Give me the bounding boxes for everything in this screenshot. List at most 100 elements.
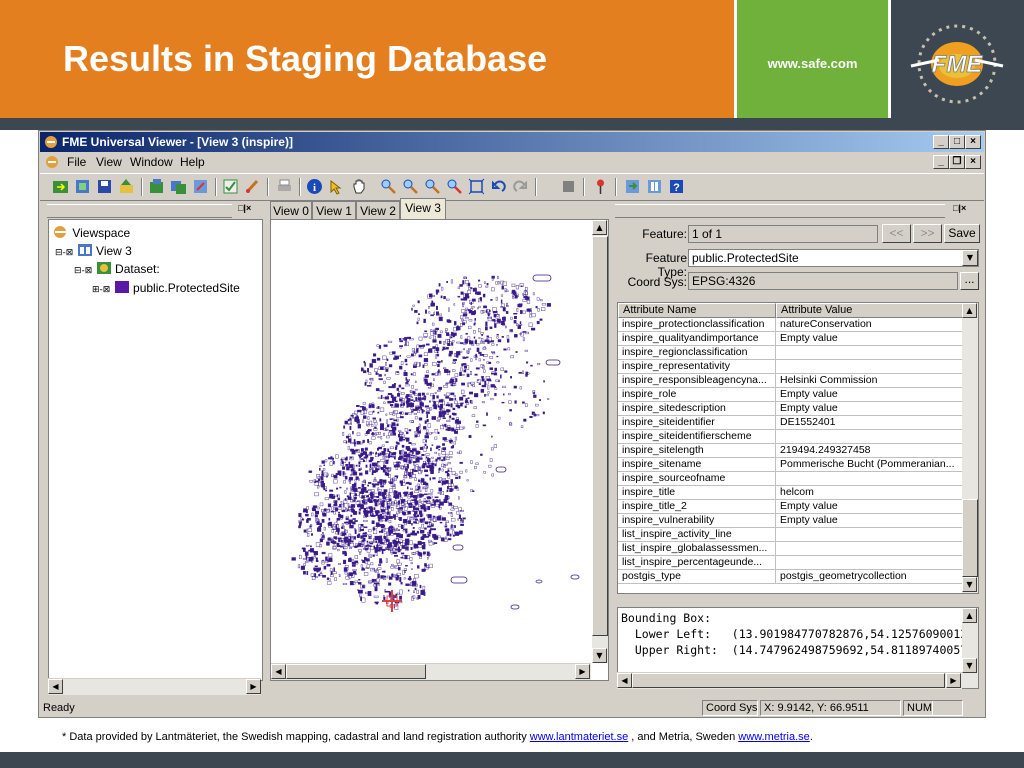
chevron-down-icon[interactable]: ▼ (962, 250, 978, 266)
map-view[interactable]: ▲ ▼ ◀ ▶ (270, 219, 609, 681)
export-icon[interactable] (118, 178, 135, 195)
table-row[interactable]: inspire_vulnerability Empty value (618, 514, 964, 528)
layers-icon[interactable] (148, 178, 165, 195)
mdi-close-button[interactable]: × (965, 155, 981, 169)
map-vertical-scrollbar[interactable]: ▲ ▼ (592, 220, 608, 663)
tree-panel-float-button[interactable]: □|× (238, 203, 251, 213)
next-feature-button[interactable]: >> (913, 224, 942, 243)
stop-icon[interactable] (560, 178, 577, 195)
table-row[interactable]: inspire_sitedescription Empty value (618, 402, 964, 416)
map-horizontal-scrollbar[interactable]: ◀ ▶ (271, 663, 591, 680)
scroll-down-button[interactable]: ▼ (962, 658, 977, 673)
scroll-thumb[interactable] (632, 673, 945, 688)
tab-view3[interactable]: View 3 (400, 198, 446, 220)
map-canvas[interactable] (271, 220, 591, 663)
table-row[interactable]: inspire_sitename Pommerische Bucht (Pomme… (618, 458, 964, 472)
table-row[interactable]: postgis_type postgis_geometrycollection (618, 570, 964, 584)
zoom-in-icon[interactable] (380, 178, 397, 195)
tab-view1[interactable]: View 1 (312, 201, 356, 219)
scroll-left-button[interactable]: ◀ (617, 673, 632, 688)
table-row[interactable]: list_inspire_activity_line (618, 528, 964, 542)
tab-view2[interactable]: View 2 (356, 201, 400, 219)
table-row[interactable]: inspire_protectionclassification natureCo… (618, 318, 964, 332)
tab-view0[interactable]: View 0 (270, 201, 312, 219)
info-icon[interactable]: i (306, 178, 323, 195)
mdi-app-icon[interactable] (44, 154, 60, 170)
scroll-left-button[interactable]: ◀ (48, 679, 63, 694)
pan-icon[interactable] (350, 178, 367, 195)
column-header-value[interactable]: Attribute Value (776, 303, 964, 318)
zoom-out-icon[interactable] (402, 178, 419, 195)
select-icon[interactable] (328, 178, 345, 195)
menu-help[interactable]: Help (180, 155, 205, 169)
collapse-icon[interactable]: ⊟-⊠ (55, 248, 73, 258)
table-row[interactable]: inspire_qualityandimportance Empty value (618, 332, 964, 346)
scroll-down-button[interactable]: ▼ (592, 648, 607, 663)
views-icon[interactable] (170, 178, 187, 195)
undo-icon[interactable] (490, 178, 507, 195)
table-row[interactable]: inspire_representativity (618, 360, 964, 374)
column-header-name[interactable]: Attribute Name (618, 303, 776, 318)
lantmateriet-link[interactable]: www.lantmateriet.se (530, 731, 628, 743)
scroll-thumb[interactable] (286, 664, 426, 679)
scroll-right-button[interactable]: ▶ (575, 664, 590, 679)
tree-item-feature-type[interactable]: ⊞-⊠ public.ProtectedSite (92, 280, 240, 295)
tree-item-viewspace[interactable]: Viewspace (53, 225, 130, 240)
scroll-right-button[interactable]: ▶ (246, 679, 261, 694)
table-row[interactable]: list_inspire_globalassessmen... (618, 542, 964, 556)
print-icon[interactable] (276, 178, 293, 195)
scroll-left-button[interactable]: ◀ (271, 664, 286, 679)
bbox-vertical-scrollbar[interactable]: ▲ ▼ (962, 608, 978, 688)
scroll-thumb[interactable] (962, 499, 978, 577)
minimize-button[interactable]: _ (933, 135, 949, 149)
table-row[interactable]: inspire_title_2 Empty value (618, 500, 964, 514)
brush-icon[interactable] (244, 178, 261, 195)
table-row[interactable]: inspire_role Empty value (618, 388, 964, 402)
check-icon[interactable] (222, 178, 239, 195)
scroll-up-button[interactable]: ▲ (592, 220, 607, 235)
collapse-icon[interactable]: ⊟-⊠ (74, 266, 92, 276)
metria-link[interactable]: www.metria.se (738, 731, 810, 743)
tree-item-view3[interactable]: ⊟-⊠ View 3 (55, 243, 132, 258)
maximize-button[interactable]: □ (949, 135, 965, 149)
tree-item-dataset[interactable]: ⊟-⊠ Dataset: (74, 261, 160, 276)
coord-sys-browse-button[interactable]: ... (960, 272, 979, 290)
menu-file[interactable]: File (67, 155, 86, 169)
open-icon[interactable] (52, 178, 69, 195)
zoom-window-icon[interactable] (424, 178, 441, 195)
clone-icon[interactable] (192, 178, 209, 195)
tree-horizontal-scrollbar[interactable]: ◀ ▶ (48, 678, 261, 695)
import-icon[interactable] (74, 178, 91, 195)
expand-icon[interactable]: ⊞-⊠ (92, 285, 110, 295)
table-row[interactable]: inspire_sourceofname (618, 472, 964, 486)
menu-window[interactable]: Window (130, 155, 173, 169)
redo-icon[interactable] (512, 178, 529, 195)
table-row[interactable]: inspire_regionclassification (618, 346, 964, 360)
save-button[interactable]: Save (944, 224, 980, 243)
attribute-vertical-scrollbar[interactable]: ▲ ▼ (962, 303, 978, 593)
close-button[interactable]: × (965, 135, 981, 149)
zoom-select-icon[interactable] (446, 178, 463, 195)
table-row[interactable]: inspire_siteidentifierscheme (618, 430, 964, 444)
mdi-minimize-button[interactable]: _ (933, 155, 949, 169)
display-control-icon[interactable] (646, 178, 663, 195)
log-icon[interactable] (624, 178, 641, 195)
scroll-down-button[interactable]: ▼ (962, 577, 977, 592)
table-row[interactable]: list_inspire_percentageunde... (618, 556, 964, 570)
table-row[interactable]: inspire_responsibleagencyna... Helsinki C… (618, 374, 964, 388)
table-row[interactable]: inspire_sitelength 219494.249327458 (618, 444, 964, 458)
scroll-thumb[interactable] (592, 236, 608, 636)
previous-feature-button[interactable]: << (882, 224, 911, 243)
feature-type-select[interactable]: public.ProtectedSite ▼ (688, 249, 979, 267)
table-row[interactable]: inspire_title helcom (618, 486, 964, 500)
scroll-right-button[interactable]: ▶ (946, 673, 961, 688)
save-icon[interactable] (96, 178, 113, 195)
scroll-up-button[interactable]: ▲ (962, 608, 977, 623)
help-icon[interactable]: ? (668, 178, 685, 195)
zoom-extents-icon[interactable] (468, 178, 485, 195)
pin-icon[interactable] (592, 178, 609, 195)
inspector-panel-float-button[interactable]: □|× (953, 203, 966, 213)
mdi-restore-button[interactable]: ❐ (949, 155, 965, 169)
table-row[interactable]: inspire_siteidentifier DE1552401 (618, 416, 964, 430)
menu-view[interactable]: View (96, 155, 122, 169)
